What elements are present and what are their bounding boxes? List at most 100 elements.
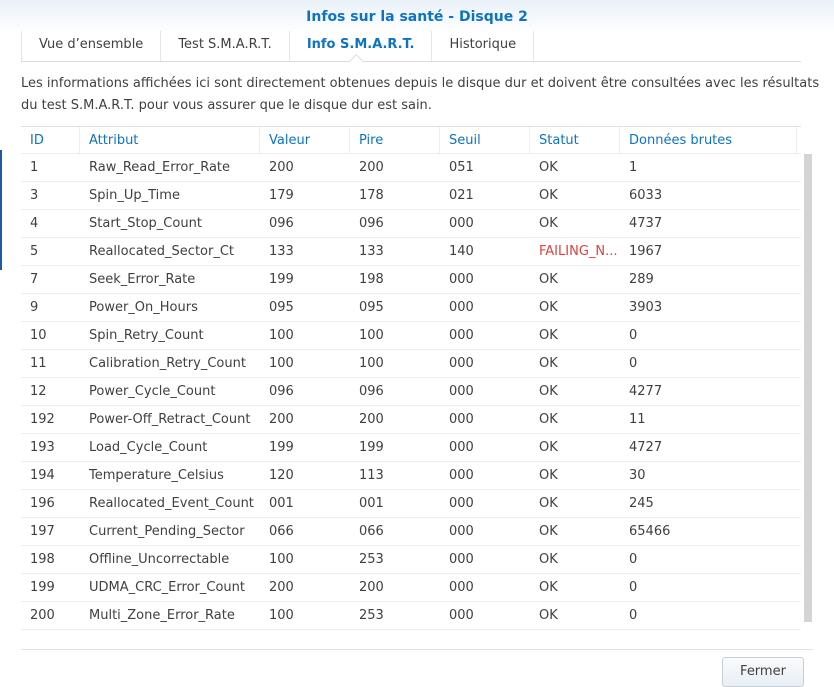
- status-cell: OK: [539, 272, 558, 287]
- table-cell: 095: [359, 300, 384, 315]
- scrollbar[interactable]: [804, 154, 812, 622]
- table-row[interactable]: 1 Raw_Read_Error_Rate 200 200 051 OK 1: [21, 154, 801, 182]
- table-row[interactable]: 5 Reallocated_Sector_Ct 133 133 140 FAILING_N…: [21, 238, 801, 266]
- table-cell: 100: [269, 328, 294, 343]
- table-row[interactable]: 192 Power-Off_Retract_Count 200 200 000 OK 11: [21, 406, 801, 434]
- column-header[interactable]: Statut: [530, 127, 620, 153]
- table-cell: 001: [359, 496, 384, 511]
- table-row[interactable]: 200 Multi_Zone_Error_Rate 100 253 000 OK 0: [21, 602, 801, 630]
- window-edge: [0, 150, 2, 270]
- table-cell: 198: [359, 272, 384, 287]
- table-row[interactable]: 11 Calibration_Retry_Count 100 100 000 OK 0: [21, 350, 801, 378]
- status-cell: OK: [539, 608, 558, 623]
- table-cell: 000: [449, 412, 474, 427]
- table-cell: 200: [359, 160, 384, 175]
- status-cell: OK: [539, 300, 558, 315]
- table-cell: 100: [269, 608, 294, 623]
- table-cell: 0: [629, 608, 638, 623]
- table-cell: 199: [269, 440, 294, 455]
- tab-historique[interactable]: Historique: [431, 31, 535, 61]
- table-cell: 1967: [629, 244, 663, 259]
- column-header[interactable]: Données brutes: [620, 127, 797, 153]
- column-header[interactable]: ID: [21, 127, 80, 153]
- table-cell: 096: [269, 216, 294, 231]
- table-cell: 066: [359, 524, 384, 539]
- table-cell: 196: [30, 496, 55, 511]
- table-cell: 4727: [629, 440, 663, 455]
- table-row[interactable]: 196 Reallocated_Event_Count 001 001 000 OK 245: [21, 490, 801, 518]
- table-cell: 100: [269, 552, 294, 567]
- table-cell: 179: [269, 188, 294, 203]
- column-header[interactable]: Attribut: [80, 127, 260, 153]
- table-cell: 000: [449, 524, 474, 539]
- table-cell: 000: [449, 608, 474, 623]
- table-cell: 3903: [629, 300, 663, 315]
- table-row[interactable]: 198 Offline_Uncorrectable 100 253 000 OK 0: [21, 546, 801, 574]
- table-cell: 289: [629, 272, 654, 287]
- table-row[interactable]: 4 Start_Stop_Count 096 096 000 OK 4737: [21, 210, 801, 238]
- table-cell: 11: [629, 412, 646, 427]
- tab-test-s-m-a-r-t[interactable]: Test S.M.A.R.T.: [160, 31, 289, 61]
- table-cell: Power-Off_Retract_Count: [89, 412, 251, 427]
- table-cell: 096: [269, 384, 294, 399]
- close-button[interactable]: Fermer: [722, 657, 804, 687]
- column-header[interactable]: Pire: [350, 127, 440, 153]
- table-cell: 051: [449, 160, 474, 175]
- tab-bar: Vue d’ensemble Test S.M.A.R.T. Info S.M.A.…: [21, 31, 801, 62]
- table-row[interactable]: 193 Load_Cycle_Count 199 199 000 OK 4727: [21, 434, 801, 462]
- table-row[interactable]: 9 Power_On_Hours 095 095 000 OK 3903: [21, 294, 801, 322]
- table-cell: 000: [449, 440, 474, 455]
- table-cell: 000: [449, 356, 474, 371]
- status-cell: OK: [539, 384, 558, 399]
- status-cell: OK: [539, 328, 558, 343]
- smart-table: ID Attribut Valeur Pire Seuil Statut Données b…: [21, 126, 801, 630]
- dialog-title: Infos sur la santé - Disque 2: [0, 0, 834, 34]
- table-cell: 000: [449, 580, 474, 595]
- table-row[interactable]: 194 Temperature_Celsius 120 113 000 OK 30: [21, 462, 801, 490]
- table-cell: 194: [30, 468, 55, 483]
- table-cell: 1: [30, 160, 39, 175]
- table-cell: 6033: [629, 188, 663, 203]
- status-cell: OK: [539, 356, 558, 371]
- table-cell: Power_On_Hours: [89, 300, 198, 315]
- status-cell: OK: [539, 412, 558, 427]
- table-cell: 200: [30, 608, 55, 623]
- table-cell: 000: [449, 328, 474, 343]
- table-row[interactable]: 10 Spin_Retry_Count 100 100 000 OK 0: [21, 322, 801, 350]
- table-cell: 100: [359, 356, 384, 371]
- status-cell: OK: [539, 552, 558, 567]
- tab-vue-d-ensemble[interactable]: Vue d’ensemble: [21, 31, 160, 61]
- column-header[interactable]: Valeur: [260, 127, 350, 153]
- status-cell: OK: [539, 160, 558, 175]
- table-cell: 066: [269, 524, 294, 539]
- description-text: Les informations affichées ici sont dire…: [21, 76, 820, 113]
- table-cell: 178: [359, 188, 384, 203]
- table-cell: Power_Cycle_Count: [89, 384, 216, 399]
- tab-info-s-m-a-r-t[interactable]: Info S.M.A.R.T.: [288, 31, 432, 61]
- table-cell: Spin_Up_Time: [89, 188, 180, 203]
- table-cell: 199: [269, 272, 294, 287]
- table-cell: 199: [359, 440, 384, 455]
- table-row[interactable]: 3 Spin_Up_Time 179 178 021 OK 6033: [21, 182, 801, 210]
- table-cell: 253: [359, 552, 384, 567]
- table-cell: 4737: [629, 216, 663, 231]
- table-cell: 100: [269, 356, 294, 371]
- table-row[interactable]: 199 UDMA_CRC_Error_Count 200 200 000 OK 0: [21, 574, 801, 602]
- table-cell: 000: [449, 384, 474, 399]
- column-header[interactable]: Seuil: [440, 127, 530, 153]
- table-cell: 9: [30, 300, 39, 315]
- table-cell: Offline_Uncorrectable: [89, 552, 230, 567]
- table-cell: 000: [449, 216, 474, 231]
- table-cell: 000: [449, 552, 474, 567]
- table-row[interactable]: 7 Seek_Error_Rate 199 198 000 OK 289: [21, 266, 801, 294]
- table-header: ID Attribut Valeur Pire Seuil Statut Données b…: [21, 126, 801, 154]
- status-cell: OK: [539, 580, 558, 595]
- table-cell: 0: [629, 356, 638, 371]
- table-cell: 000: [449, 468, 474, 483]
- table-cell: Multi_Zone_Error_Rate: [89, 608, 235, 623]
- table-row[interactable]: 197 Current_Pending_Sector 066 066 000 OK 6546…: [21, 518, 801, 546]
- table-cell: UDMA_CRC_Error_Count: [89, 580, 245, 595]
- table-cell: 200: [359, 412, 384, 427]
- table-row[interactable]: 12 Power_Cycle_Count 096 096 000 OK 4277: [21, 378, 801, 406]
- table-cell: 140: [449, 244, 474, 259]
